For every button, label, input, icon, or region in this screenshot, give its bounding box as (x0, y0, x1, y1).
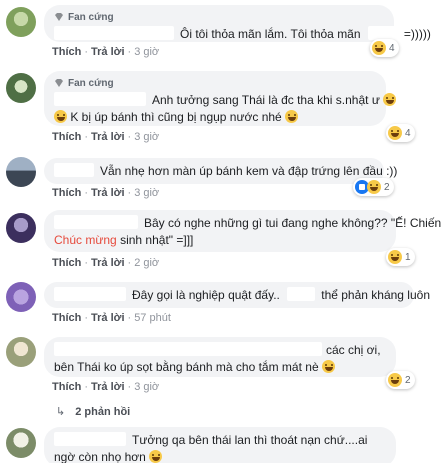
reaction-summary[interactable]: 1 (386, 248, 415, 266)
comment-bubble: Đây gọi là nghiệp quật đấy.. thể phản kh… (44, 282, 430, 308)
avatar[interactable] (6, 157, 36, 187)
like-button[interactable]: Thích (52, 46, 81, 58)
comment-bubble: Vẫn nhẹ hơn màn úp bánh kem và đập trứng… (44, 158, 397, 184)
separator: · (84, 381, 89, 393)
haha-icon (367, 180, 381, 194)
diamond-icon (55, 13, 63, 21)
reaction-count: 4 (405, 127, 411, 139)
reaction-summary[interactable]: 4 (370, 39, 399, 57)
separator: · (84, 257, 89, 269)
separator: · (127, 257, 132, 269)
reply-button[interactable]: Trả lời (91, 187, 125, 199)
haha-icon (388, 250, 402, 264)
comment-actions: Thích · Trả lời · 3 giờ (52, 131, 159, 143)
reply-button[interactable]: Trả lời (91, 257, 125, 269)
comment-text: Anh tưởng sang Thái là đc tha khi s.nhật… (152, 93, 380, 107)
mention-name[interactable] (287, 287, 316, 301)
comment-actions: Thích · Trả lời · 3 giờ (52, 381, 159, 393)
avatar[interactable] (6, 282, 36, 312)
reaction-summary[interactable]: 2 (353, 178, 394, 196)
reaction-count: 2 (384, 181, 390, 193)
view-replies-link[interactable]: ↳ 2 phản hồi (56, 405, 131, 419)
commenter-name[interactable] (54, 342, 322, 356)
comment-bubble: Fan cứng Ôi tôi thỏa mãn lắm. Tôi thỏa m… (44, 5, 431, 42)
like-button[interactable]: Thích (52, 257, 81, 269)
comment-actions: Thích · Trả lời · 3 giờ (52, 187, 159, 199)
comment-text: Bây có nghe những gì tui đang nghe không… (144, 216, 442, 230)
commenter-name[interactable] (54, 287, 126, 301)
haha-icon (388, 126, 402, 140)
comment-bubble: Bây có nghe những gì tui đang nghe không… (44, 210, 442, 252)
reaction-summary[interactable]: 2 (386, 371, 415, 389)
reply-arrow-icon: ↳ (56, 406, 66, 418)
comment-bubble: Tưởng qa bên thái lan thì thoát nạn chứ.… (44, 427, 396, 463)
fan-badge-label: Fan cứng (68, 77, 114, 89)
separator: · (127, 131, 132, 143)
mention-name[interactable] (367, 26, 398, 40)
separator: · (84, 312, 89, 324)
reaction-summary[interactable]: 4 (386, 124, 415, 142)
reply-button[interactable]: Trả lời (91, 312, 125, 324)
comment-text-end: thể phản kháng luôn (321, 288, 430, 302)
comment-actions: Thích · Trả lời · 57 phút (52, 312, 171, 324)
reaction-count: 4 (389, 42, 395, 54)
diamond-icon (55, 79, 63, 87)
like-button[interactable]: Thích (52, 131, 81, 143)
reply-button[interactable]: Trả lời (91, 381, 125, 393)
avatar[interactable] (6, 213, 36, 243)
avatar[interactable] (6, 73, 36, 103)
laughing-emoji-icon (54, 110, 67, 123)
comment-actions: Thích · Trả lời · 3 giờ (52, 46, 159, 58)
like-button[interactable]: Thích (52, 381, 81, 393)
timestamp[interactable]: 3 giờ (134, 187, 159, 199)
like-button[interactable]: Thích (52, 187, 81, 199)
comment-text: Đây gọi là nghiệp quật đấy.. (132, 288, 280, 302)
highlighted-text: Chúc mừng (54, 233, 117, 247)
comment-text-line2: K bị úp bánh thì cũng bị ngụp nước nhé (70, 110, 282, 124)
avatar[interactable] (6, 7, 36, 37)
separator: · (127, 46, 132, 58)
separator: · (127, 381, 132, 393)
timestamp[interactable]: 2 giờ (134, 257, 159, 269)
haha-icon (388, 373, 402, 387)
laughing-emoji-icon (383, 93, 397, 106)
commenter-name[interactable] (54, 432, 126, 446)
commenter-name[interactable] (54, 215, 138, 229)
comment-text-end: =))))) (403, 27, 431, 41)
reply-button[interactable]: Trả lời (91, 131, 125, 143)
timestamp[interactable]: 57 phút (134, 312, 171, 324)
grinning-emoji-icon (149, 450, 163, 463)
comment-actions: Thích · Trả lời · 2 giờ (52, 257, 159, 269)
avatar[interactable] (6, 428, 36, 458)
comment-bubble: Fan cứng Anh tưởng sang Thái là đc tha k… (44, 71, 397, 126)
fan-badge: Fan cứng (54, 10, 382, 24)
haha-icon (372, 41, 386, 55)
separator: · (84, 46, 89, 58)
fan-badge: Fan cứng (54, 76, 374, 90)
comment-text-end: sinh nhật" =]]] (120, 233, 194, 247)
timestamp[interactable]: 3 giờ (134, 131, 159, 143)
reaction-count: 2 (405, 374, 411, 386)
timestamp[interactable]: 3 giờ (134, 381, 159, 393)
reply-button[interactable]: Trả lời (91, 46, 125, 58)
separator: · (84, 131, 89, 143)
grinning-emoji-icon (321, 360, 335, 373)
commenter-name[interactable] (54, 26, 174, 40)
separator: · (127, 312, 132, 324)
reaction-count: 1 (405, 251, 411, 263)
comment-bubble: các chị ơi, bên Thái ko úp sọt bằng bánh… (44, 337, 396, 377)
like-button[interactable]: Thích (52, 312, 81, 324)
avatar[interactable] (6, 337, 36, 367)
separator: · (84, 187, 89, 199)
comment-text: Vẫn nhẹ hơn màn úp bánh kem và đập trứng… (100, 164, 398, 178)
separator: · (127, 187, 132, 199)
timestamp[interactable]: 3 giờ (134, 46, 159, 58)
commenter-name[interactable] (54, 92, 146, 106)
commenter-name[interactable] (54, 163, 94, 177)
comment-text: Ôi tôi thỏa mãn lắm. Tôi thỏa mãn (180, 27, 361, 41)
fan-badge-label: Fan cứng (68, 11, 114, 23)
grinning-emoji-icon (285, 110, 299, 123)
replies-count-label: 2 phản hồi (75, 405, 131, 418)
